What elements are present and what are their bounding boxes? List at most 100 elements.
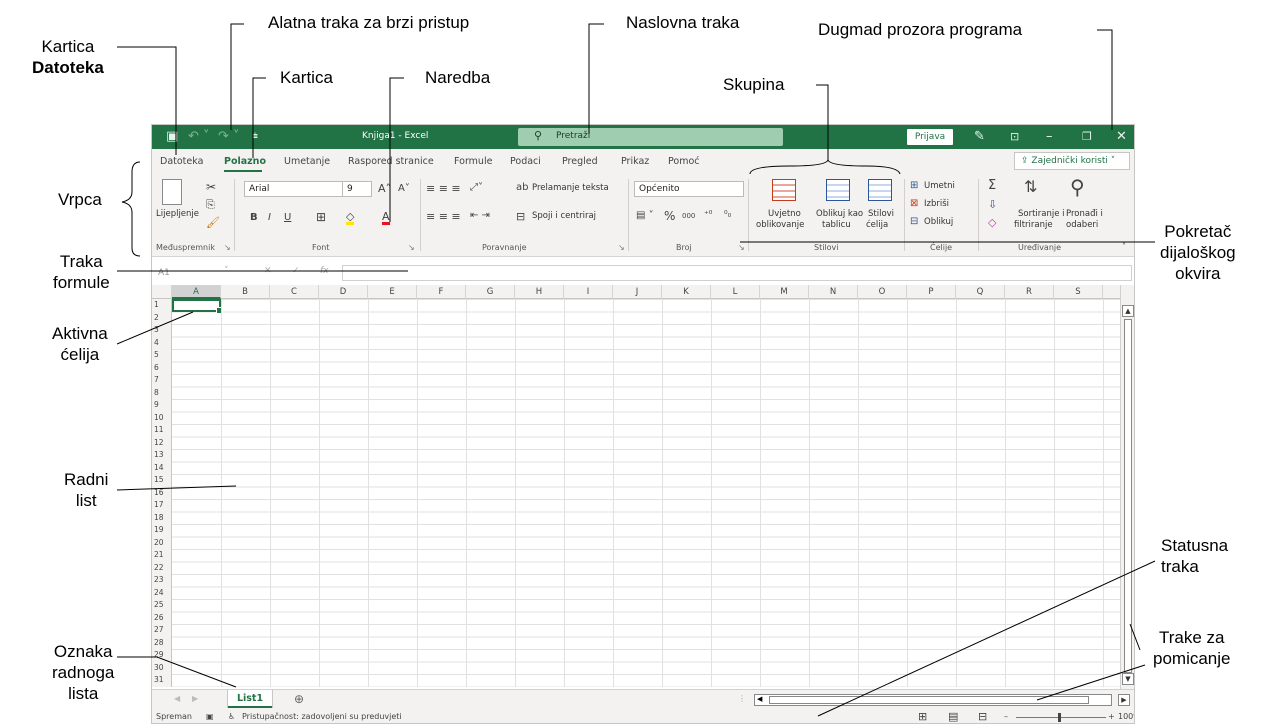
horizontal-scrollbar[interactable]: ◀ bbox=[754, 694, 1112, 706]
orientation-icon[interactable]: ⤢˅ bbox=[470, 183, 483, 193]
row-header[interactable]: 14 bbox=[152, 462, 172, 475]
redo-icon[interactable]: ↷ ˅ bbox=[218, 128, 240, 146]
tab-view[interactable]: Prikaz bbox=[621, 156, 649, 167]
column-header[interactable]: N bbox=[809, 285, 858, 299]
collapse-ribbon-icon[interactable]: ˄ bbox=[1122, 243, 1126, 251]
wrap-text-icon[interactable]: ab bbox=[516, 183, 528, 193]
column-header[interactable]: R bbox=[1005, 285, 1054, 299]
sort-filter-label-1[interactable]: Sortiranje i bbox=[1018, 209, 1065, 219]
bold-icon[interactable]: B bbox=[250, 213, 258, 223]
cell-styles-label-2[interactable]: ćelija bbox=[866, 220, 888, 230]
clipboard-dialog-launcher[interactable]: ↘ bbox=[224, 243, 231, 252]
row-header[interactable]: 17 bbox=[152, 499, 172, 512]
restore-icon[interactable]: ❐ bbox=[1082, 128, 1092, 146]
scroll-right-icon[interactable]: ▶ bbox=[1118, 694, 1130, 706]
pen-icon[interactable]: ✎ bbox=[974, 128, 985, 146]
row-header[interactable]: 2 bbox=[152, 312, 172, 325]
insert-cells-button[interactable]: Umetni bbox=[924, 181, 955, 191]
delete-cells-button[interactable]: Izbriši bbox=[924, 199, 949, 209]
page-layout-view-icon[interactable]: ▤ bbox=[948, 710, 958, 723]
zoom-level[interactable]: 100% bbox=[1118, 712, 1134, 721]
row-header[interactable]: 22 bbox=[152, 562, 172, 575]
column-header[interactable]: I bbox=[564, 285, 613, 299]
merge-center-button[interactable]: Spoji i centriraj bbox=[532, 211, 596, 221]
minimize-icon[interactable]: – bbox=[1046, 128, 1053, 146]
tab-formulas[interactable]: Formule bbox=[454, 156, 492, 167]
indent-icon[interactable]: ⇤ ⇥ bbox=[470, 211, 490, 221]
clear-icon[interactable]: ◇ bbox=[988, 217, 996, 228]
row-header[interactable]: 19 bbox=[152, 524, 172, 537]
format-as-table-icon[interactable] bbox=[826, 179, 850, 201]
tab-review[interactable]: Pregled bbox=[562, 156, 598, 167]
row-header[interactable]: 16 bbox=[152, 487, 172, 500]
cell-styles-icon[interactable] bbox=[868, 179, 892, 201]
font-color-icon[interactable]: A bbox=[382, 211, 390, 225]
conditional-formatting-icon[interactable] bbox=[772, 179, 796, 201]
row-header[interactable]: 1 bbox=[152, 299, 172, 312]
borders-icon[interactable]: ⊞ bbox=[316, 211, 326, 223]
insert-cells-icon[interactable]: ⊞ bbox=[910, 181, 918, 191]
row-header[interactable]: 31 bbox=[152, 674, 172, 687]
format-painter-icon[interactable]: 🖌 bbox=[206, 217, 220, 228]
format-table-label-2[interactable]: tablicu bbox=[822, 220, 851, 230]
number-format-select[interactable]: Općenito bbox=[634, 181, 744, 197]
cut-icon[interactable]: ✂ bbox=[206, 181, 216, 193]
row-header[interactable]: 26 bbox=[152, 612, 172, 625]
row-header[interactable]: 4 bbox=[152, 337, 172, 350]
select-all-corner[interactable] bbox=[152, 285, 172, 299]
column-header[interactable]: A bbox=[172, 285, 221, 299]
row-header[interactable]: 7 bbox=[152, 374, 172, 387]
undo-icon[interactable]: ↶ ˅ bbox=[188, 128, 210, 146]
font-dialog-launcher[interactable]: ↘ bbox=[408, 243, 415, 252]
scroll-up-icon[interactable]: ▲ bbox=[1122, 305, 1134, 317]
merge-center-icon[interactable]: ⊟ bbox=[516, 211, 525, 222]
italic-icon[interactable]: I bbox=[268, 213, 271, 223]
row-header[interactable]: 11 bbox=[152, 424, 172, 437]
row-header[interactable]: 9 bbox=[152, 399, 172, 412]
increase-font-icon[interactable]: A˄ bbox=[378, 183, 391, 194]
worksheet-grid[interactable] bbox=[152, 299, 1120, 687]
row-header[interactable]: 3 bbox=[152, 324, 172, 337]
column-header[interactable]: S bbox=[1054, 285, 1103, 299]
split-handle-icon[interactable]: ⋮ bbox=[738, 694, 746, 703]
fill-color-icon[interactable]: ◇ bbox=[346, 211, 355, 225]
underline-icon[interactable]: U bbox=[284, 213, 291, 223]
tab-help[interactable]: Pomoć bbox=[668, 156, 700, 167]
row-header[interactable]: 28 bbox=[152, 637, 172, 650]
column-header[interactable]: C bbox=[270, 285, 319, 299]
percent-icon[interactable]: % bbox=[664, 210, 675, 222]
ribbon-display-icon[interactable]: ⊡ bbox=[1010, 128, 1019, 146]
page-break-view-icon[interactable]: ⊟ bbox=[978, 710, 987, 723]
sheet-tab-list1[interactable]: List1 bbox=[228, 690, 272, 708]
tab-page-layout[interactable]: Raspored stranice bbox=[348, 156, 434, 167]
next-sheet-icon[interactable]: ▶ bbox=[192, 694, 198, 703]
formula-input[interactable] bbox=[342, 265, 1132, 281]
vertical-scrollbar[interactable]: ▲ ▼ bbox=[1120, 285, 1134, 689]
macro-record-icon[interactable]: ▣ bbox=[206, 712, 214, 721]
row-header[interactable]: 21 bbox=[152, 549, 172, 562]
fill-icon[interactable]: ⇩ bbox=[988, 199, 997, 210]
customize-quick-access-icon[interactable]: ⩧ bbox=[252, 128, 258, 146]
row-header[interactable]: 8 bbox=[152, 387, 172, 400]
sort-filter-label-2[interactable]: filtriranje bbox=[1014, 220, 1053, 230]
row-header[interactable]: 24 bbox=[152, 587, 172, 600]
column-header[interactable]: Q bbox=[956, 285, 1005, 299]
comma-style-icon[interactable]: 000 bbox=[682, 213, 695, 220]
row-header[interactable]: 13 bbox=[152, 449, 172, 462]
row-header[interactable]: 6 bbox=[152, 362, 172, 375]
top-align-icon[interactable]: ≡ ≡ ≡ bbox=[426, 183, 461, 194]
save-icon[interactable]: ▣ bbox=[166, 128, 178, 146]
column-header[interactable]: J bbox=[613, 285, 662, 299]
delete-cells-icon[interactable]: ⊠ bbox=[910, 199, 918, 209]
paste-icon[interactable] bbox=[162, 179, 182, 205]
find-select-icon[interactable]: ⚲ bbox=[1070, 177, 1085, 197]
find-select-label-2[interactable]: odaberi bbox=[1066, 220, 1098, 230]
tab-insert[interactable]: Umetanje bbox=[284, 156, 330, 167]
row-header[interactable]: 23 bbox=[152, 574, 172, 587]
row-header[interactable]: 5 bbox=[152, 349, 172, 362]
name-box-dropdown-icon[interactable]: ˅ bbox=[224, 266, 229, 276]
find-select-label-1[interactable]: Pronađi i bbox=[1066, 209, 1103, 219]
new-sheet-icon[interactable]: ⊕ bbox=[294, 692, 304, 706]
name-box[interactable]: A1 bbox=[156, 265, 232, 281]
conditional-label-1[interactable]: Uvjetno bbox=[768, 209, 801, 219]
